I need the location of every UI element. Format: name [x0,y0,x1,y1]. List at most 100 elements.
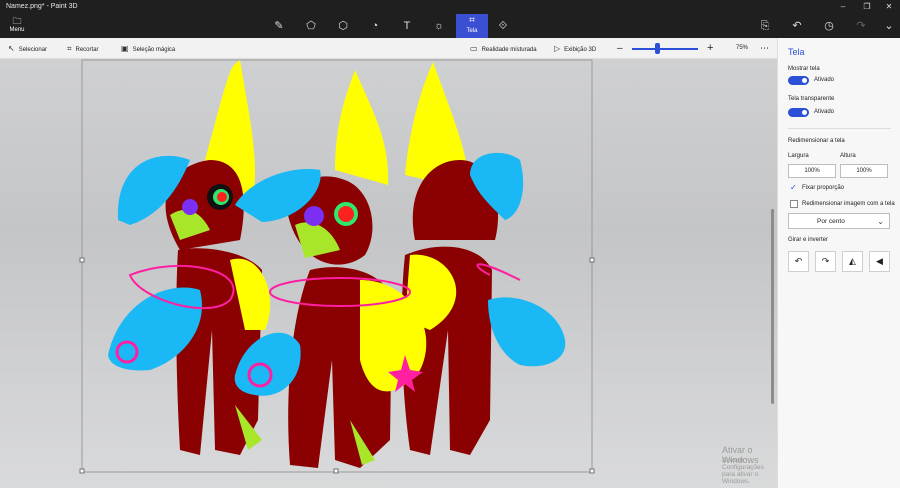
flip-horizontal-icon: ◭ [849,256,856,266]
crop-button[interactable]: ⌗ Recortar [67,38,99,59]
center-ear-yellow [335,70,389,185]
3d-shapes-tool-button[interactable]: ⬡ [334,17,352,35]
shapes-icon: ⬠ [306,20,316,32]
rotate-right-icon: ↷ [821,256,830,266]
stickers-tool-button[interactable]: ◔ [366,17,384,35]
mixed-reality-label: Realidade misturada [481,47,537,53]
transparent-canvas-toggle[interactable] [788,108,809,117]
3d-library-tool-button[interactable]: ⟐ [494,17,512,35]
unit-select[interactable]: Por cento ⌄ [788,213,890,229]
activation-watermark-text: Acesse Configurações para ativar o Windo… [722,457,764,485]
select-label: Selecionar [18,47,48,53]
canvas-tool-label: Tela [466,28,478,34]
unit-select-value: Por cento [817,218,845,225]
canvas-workspace[interactable]: Ativar o Windows Acesse Configurações pa… [0,59,777,488]
paste-button[interactable]: ⎘ [756,17,774,35]
flip-horizontal-button[interactable]: ◭ [842,251,863,272]
library-icon: ⟐ [498,20,508,32]
resize-image-label: Redimensionar imagem com a tela [802,201,895,207]
lock-ratio-checkmark-icon[interactable]: ✓ [790,183,797,192]
crop-icon: ⌗ [67,44,72,53]
center-creature [234,70,427,468]
left-creature [108,60,271,455]
transparent-canvas-label: Tela transparente [788,96,835,102]
paint3d-window: Namez.png* - Paint 3D 🗀 Menu ✎ ⬠ ⬡ ◔ T ☼… [0,0,900,488]
zoom-slider-track[interactable] [632,48,698,50]
close-button[interactable]: ✕ [878,0,900,14]
panel-divider [788,128,891,129]
zoom-out-button[interactable]: – [617,38,623,59]
width-label: Largura [788,153,809,159]
effects-tool-button[interactable]: ☼ [430,17,448,35]
text-icon: T [403,20,411,32]
sticker-icon: ◔ [371,20,379,32]
height-label: Altura [840,153,856,159]
magic-select-icon: ▣ [121,44,129,53]
canvas-side-panel: Tela Mostrar tela Ativado Tela transpare… [777,38,900,488]
camera-icon: ▭ [470,44,478,53]
show-canvas-toggle[interactable] [788,76,809,85]
redo-button[interactable]: ↷ [852,17,870,35]
chevron-down-icon: ⌄ [877,217,884,226]
rotate-left-icon: ↶ [794,256,803,266]
resize-heading: Redimensionar a tela [788,138,845,144]
rotate-right-button[interactable]: ↷ [815,251,836,272]
redo-icon: ↷ [856,20,866,32]
center-eye-pupil [338,206,354,222]
left-eye-pupil [217,192,227,202]
magic-select-label: Seleção mágica [132,47,176,53]
2d-shapes-tool-button[interactable]: ⬠ [302,17,320,35]
cursor-icon: ↖ [8,44,15,53]
view3d-label: Exibição 3D [564,47,597,53]
vertical-scrollbar[interactable] [771,209,774,404]
panel-title: Tela [788,47,805,57]
show-canvas-state: Ativado [814,77,835,83]
undo-icon: ↶ [792,20,802,32]
sun-icon: ☼ [433,20,445,32]
left-nose [182,199,198,215]
width-input[interactable]: 100% [788,164,836,178]
magic-select-button[interactable]: ▣ Seleção mágica [121,38,175,59]
undo-button[interactable]: ↶ [788,17,806,35]
folder-icon: 🗀 [12,16,22,26]
menu-label: Menu [9,27,25,33]
canvas-crop-icon: ⌗ [469,15,475,26]
drawing-canvas[interactable] [0,59,777,488]
zoom-value: 75% [736,45,749,51]
resize-image-checkbox[interactable] [790,200,798,208]
expand-ribbon-button[interactable]: ⌄ [880,17,898,35]
right-creature [401,62,566,455]
ribbon-bar: Namez.png* - Paint 3D 🗀 Menu ✎ ⬠ ⬡ ◔ T ☼… [0,0,900,38]
cube-icon: ⬡ [338,20,348,32]
play-icon: ▷ [554,44,561,53]
brush-icon: ✎ [274,20,284,32]
maximize-button[interactable]: ❐ [856,0,878,14]
chevron-down-icon: ⌄ [884,20,894,32]
more-options-button[interactable]: ⋯ [760,38,769,59]
select-button[interactable]: ↖ Selecionar [8,38,47,59]
canvas-tool-button[interactable]: ⌗ Tela [456,14,488,38]
text-tool-button[interactable]: T [398,17,416,35]
minimize-button[interactable]: – [832,0,854,14]
menu-button[interactable]: 🗀 Menu [6,16,28,36]
rotate-heading: Girar e inverter [788,237,829,243]
flip-vertical-button[interactable]: ◀ [869,251,890,272]
rotate-left-button[interactable]: ↶ [788,251,809,272]
canvas-toolbar: ↖ Selecionar ⌗ Recortar ▣ Seleção mágica ▭ R… [0,38,777,59]
height-input[interactable]: 100% [840,164,888,178]
view3d-button[interactable]: ▷ Exibição 3D [554,38,596,59]
center-nose [304,206,324,226]
zoom-in-button[interactable]: + [707,38,713,59]
brushes-tool-button[interactable]: ✎ [270,17,288,35]
transparent-canvas-state: Ativado [814,109,835,115]
flip-vertical-icon: ◀ [876,256,883,266]
show-canvas-label: Mostrar tela [788,66,820,72]
history-icon: ◷ [824,20,834,32]
history-button[interactable]: ◷ [820,17,838,35]
clipboard-icon: ⎘ [760,20,770,32]
lock-ratio-label: Fixar proporção [802,185,845,191]
zoom-slider-thumb[interactable] [655,43,660,54]
mixed-reality-button[interactable]: ▭ Realidade misturada [470,38,537,59]
crop-label: Recortar [75,47,99,53]
window-title: Namez.png* - Paint 3D [6,3,78,10]
